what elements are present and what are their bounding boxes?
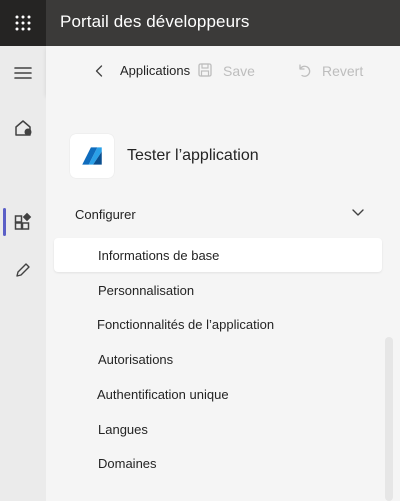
scrollbar[interactable] <box>385 337 393 501</box>
top-bar: Portail des développeurs <box>0 0 400 46</box>
section-label: Configurer <box>75 206 136 222</box>
nav-item-label: Autorisations <box>98 351 174 367</box>
revert-label: Revert <box>322 63 364 79</box>
save-label: Save <box>223 63 255 79</box>
back-chevron-icon[interactable] <box>90 60 108 82</box>
hamburger-icon[interactable] <box>0 50 46 96</box>
nav-item-fonctionnalites[interactable]: Fonctionnalités de l’application <box>54 307 382 341</box>
pencil-icon[interactable] <box>0 247 46 293</box>
home-icon[interactable] <box>0 105 46 151</box>
nav-item-label: Fonctionnalités de l’application <box>97 316 275 332</box>
nav-item-label: Informations de base <box>98 247 220 263</box>
section-configurer[interactable]: Configurer <box>75 201 365 227</box>
waffle-icon[interactable] <box>0 0 46 46</box>
nav-item-autorisations[interactable]: Autorisations <box>54 342 382 376</box>
app-name: Tester l’application <box>127 147 259 164</box>
app-nav-panel: Tester l’application Configurer Informat… <box>46 95 400 501</box>
apps-icon[interactable] <box>0 199 46 245</box>
revert-icon <box>296 62 312 81</box>
revert-button[interactable]: Revert <box>296 57 363 85</box>
app-logo-icon <box>70 134 114 178</box>
nav-item-label: Domaines <box>98 455 157 471</box>
app-header: Tester l’application <box>70 134 259 178</box>
nav-item-label: Langues <box>98 421 148 437</box>
left-rail <box>0 46 46 501</box>
nav-item-langues[interactable]: Langues <box>54 412 382 446</box>
chevron-down-icon <box>351 205 365 224</box>
app-title: Portail des développeurs <box>60 12 250 31</box>
save-icon <box>197 62 213 81</box>
nav-item-label: Authentification unique <box>97 386 229 402</box>
nav-item-personnalisation[interactable]: Personnalisation <box>54 273 382 307</box>
command-bar: Applications Save Revert <box>46 46 400 95</box>
nav-item-authentification-unique[interactable]: Authentification unique <box>54 377 382 411</box>
nav-item-label: Personnalisation <box>98 282 195 298</box>
nav-item-domaines[interactable]: Domaines <box>54 446 382 480</box>
breadcrumb[interactable]: Applications <box>120 46 190 95</box>
main-area: Applications Save Revert Tester l’applic… <box>46 46 400 501</box>
save-button[interactable]: Save <box>197 57 255 85</box>
nav-item-informations-de-base[interactable]: Informations de base <box>54 238 382 272</box>
